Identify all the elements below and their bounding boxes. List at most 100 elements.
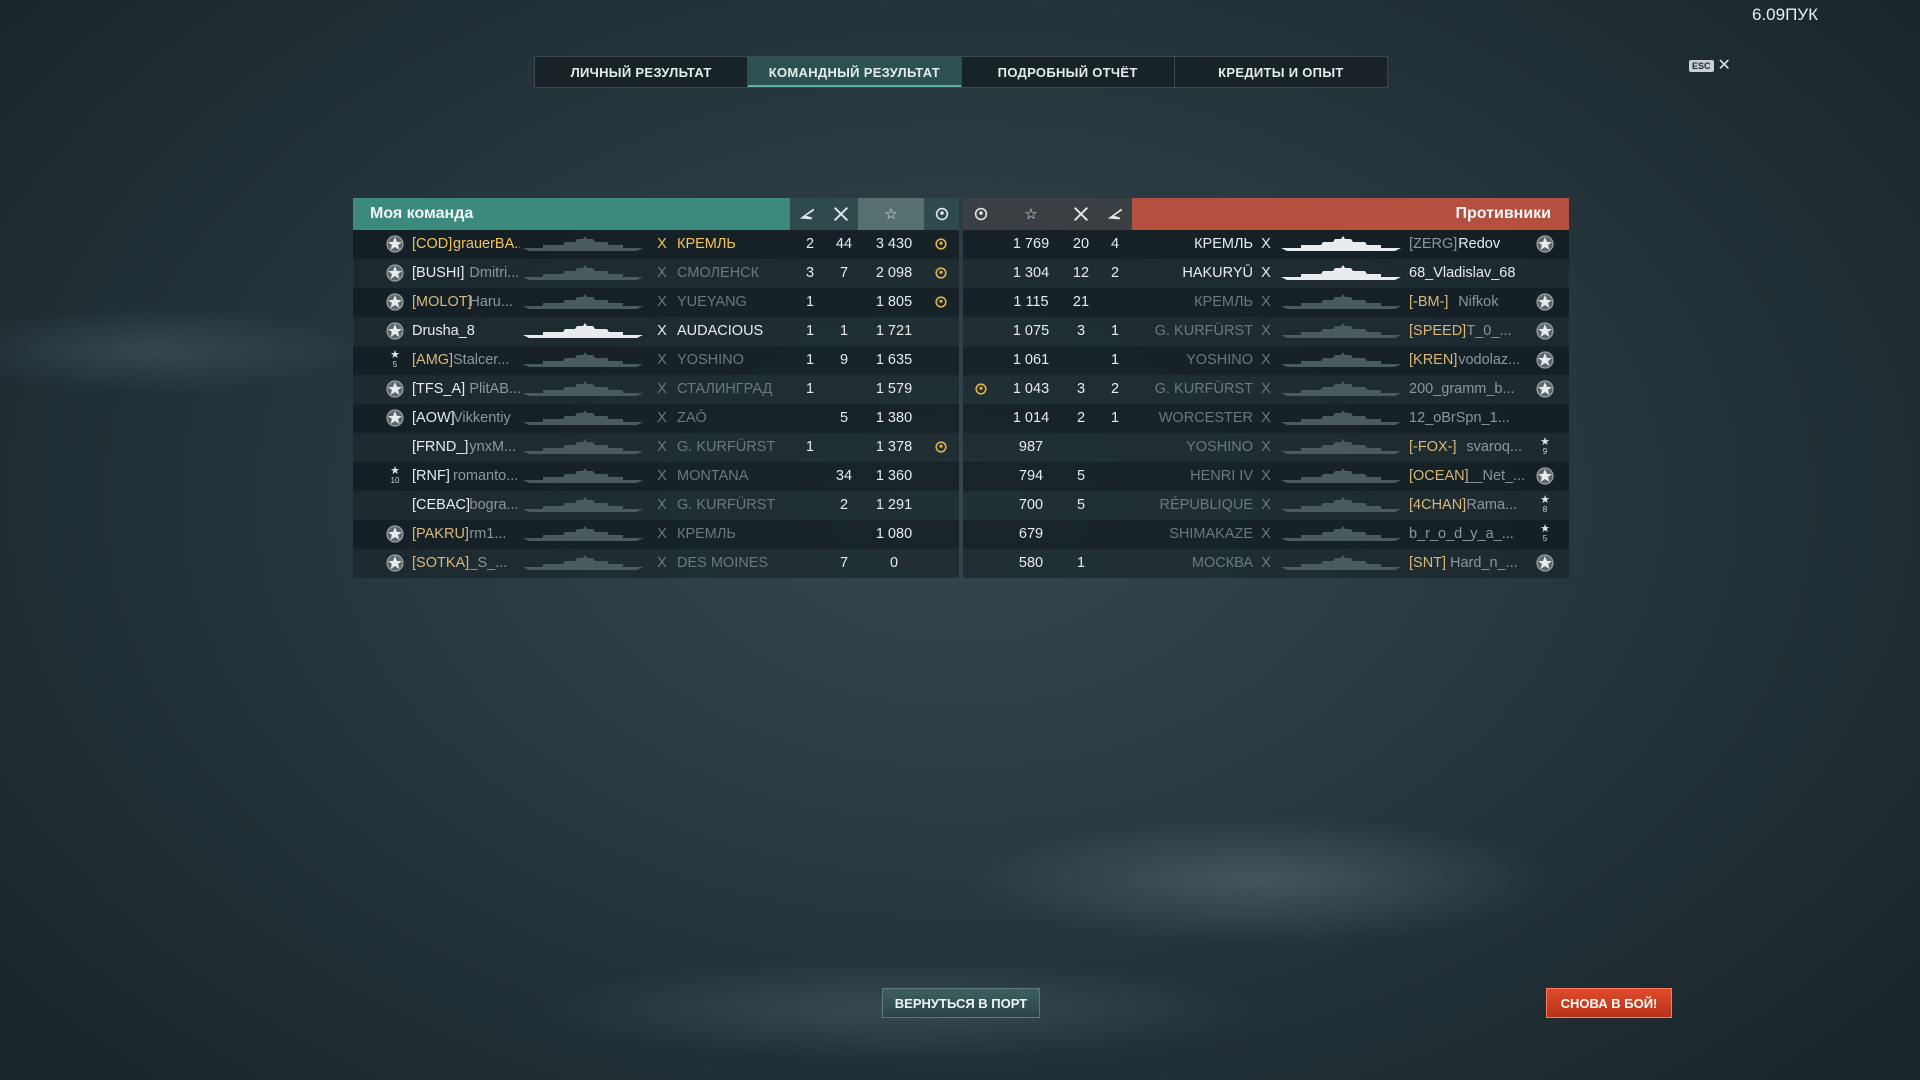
ship-tier: X — [1261, 439, 1271, 455]
ship-silhouette-icon — [1281, 230, 1401, 259]
base-xp: 794 — [1018, 468, 1044, 484]
my-team-title: Моя команда — [353, 198, 790, 230]
rank-star-icon — [1533, 462, 1557, 491]
my-team-player[interactable]: [SOTKA] _S_... X DES MOINES 7 0 — [353, 549, 959, 578]
enemy-team-player[interactable]: 1 043 3 2 G. KURFÜRST X 200_gramm_b... — [963, 375, 1569, 404]
ship-name: HENRI IV — [1190, 468, 1253, 484]
my-team-header: Моя команда ☆ — [353, 198, 959, 230]
base-xp: 679 — [1018, 526, 1044, 542]
enemy-team-player[interactable]: 1 014 2 1 WORCESTER X 12_oBrSpn_1... — [963, 404, 1569, 433]
enemy-team-player[interactable]: 1 304 12 2 HAKURYŪ X 68_Vladislav_68 — [963, 259, 1569, 288]
table-row: [CEBAC] bogra... X G. KURFÜRST 2 1 291 700 5 RÉP… — [353, 491, 1569, 520]
enemy-team-player[interactable]: 700 5 RÉPUBLIQUE X [4CHAN] Rama... ★ 8 — [963, 491, 1569, 520]
ship-silhouette-icon — [1281, 375, 1401, 404]
tab-personal-result[interactable]: ЛИЧНЫЙ РЕЗУЛЬТАТ — [535, 57, 749, 87]
battle-again-button[interactable]: СНОВА В БОЙ! — [1546, 988, 1672, 1018]
player-clan-tag: [4CHAN] — [1409, 497, 1467, 513]
ships-destroyed — [827, 520, 861, 549]
my-team-player[interactable]: [AOW] Vikkentiy X ZAŌ 5 1 380 — [353, 404, 959, 433]
ships-destroyed — [827, 375, 861, 404]
ships-destroyed — [1064, 520, 1098, 549]
tab-credits-and-xp[interactable]: КРЕДИТЫ И ОПЫТ — [1175, 57, 1387, 87]
player-name: Hard_n_... — [1450, 555, 1518, 571]
rank-star-icon — [383, 520, 407, 549]
enemy-team-player[interactable]: 1 075 3 1 G. KURFÜRST X [SPEED] T_0_... — [963, 317, 1569, 346]
enemy-team-player[interactable]: 679 SHIMAKAZE Xb_r_o_d_y_a_... ★ 5 — [963, 520, 1569, 549]
ships-destroyed: 21 — [1072, 294, 1090, 310]
enemy-team-player[interactable]: 987 YOSHINO X [-FOX-] svaroq... ★ 9 — [963, 433, 1569, 462]
rank-star-icon — [1533, 230, 1557, 259]
base-xp: 1 635 — [875, 352, 913, 368]
ship-silhouette-icon — [1281, 259, 1401, 288]
enemy-team-title: Противники — [1132, 198, 1569, 230]
player-clan-tag: [PAKRU] — [412, 526, 469, 542]
my-team-player[interactable]: [BUSHI] Dmitri... X СМОЛЕНСК 3 7 2 098 — [353, 259, 959, 288]
base-xp: 580 — [1018, 555, 1044, 571]
rank-star-icon — [1533, 259, 1557, 288]
enemy-team-player[interactable]: 794 5 HENRI IV X [OCEAN] __Net_... — [963, 462, 1569, 491]
ship-name: ZAŌ — [677, 410, 707, 426]
ship-tier: X — [657, 294, 667, 310]
player-name: Drusha_8 — [412, 323, 475, 339]
ships-destroyed: 44 — [835, 236, 853, 252]
base-xp: 1 291 — [875, 497, 913, 513]
version-label: 6.09ПУК — [1752, 5, 1819, 24]
player-name: b_r_o_d_y_a_... — [1409, 526, 1514, 542]
ship-silhouette-icon — [523, 433, 643, 462]
player-clan-tag: [-FOX-] — [1409, 439, 1457, 455]
my-team-player[interactable]: [COD] grauerBA... X КРЕМЛЬ 2 44 3 430 — [353, 230, 959, 259]
ship-name: HAKURYŪ — [1182, 265, 1253, 281]
player-name: svaroq... — [1466, 439, 1522, 455]
planes-destroyed — [793, 462, 827, 491]
planes-destroyed: 1 — [805, 294, 815, 310]
my-team-player[interactable]: ★ 5 [AMG] Stalcer... X YOSHINO 1 9 1 635 — [353, 346, 959, 375]
my-team-player[interactable]: [MOLOT] Haru... X YUEYANG 1 1 805 — [353, 288, 959, 317]
ship-tier: X — [657, 497, 667, 513]
player-name: __Net_... — [1466, 468, 1526, 484]
base-xp: 700 — [1018, 497, 1044, 513]
ships-destroyed: 1 — [1076, 555, 1086, 571]
ship-tier: X — [657, 468, 667, 484]
ship-name: КРЕМЛЬ — [1194, 236, 1253, 252]
return-to-port-button[interactable]: ВЕРНУТЬСЯ В ПОРТ — [882, 988, 1040, 1018]
ship-silhouette-icon — [1281, 520, 1401, 549]
plane-icon — [1098, 198, 1132, 230]
esc-close-button[interactable]: ESC ✕ — [1689, 58, 1731, 74]
enemy-team-player[interactable]: 1 061 1 YOSHINO X [KREN] vodolaz... — [963, 346, 1569, 375]
ship-tier: X — [657, 410, 667, 426]
tab-detailed-report[interactable]: ПОДРОБНЫЙ ОТЧЁТ — [962, 57, 1175, 87]
my-team-player[interactable]: [FRND_] ynxM... X G. KURFÜRST 1 1 378 — [353, 433, 959, 462]
result-tabs: ЛИЧНЫЙ РЕЗУЛЬТАТ КОМАНДНЫЙ РЕЗУЛЬТАТ ПОД… — [534, 56, 1388, 88]
my-team-player[interactable]: ★ 10 [RNF] romanto... X MONTANA 34 1 360 — [353, 462, 959, 491]
player-name: PlitAB... — [469, 381, 520, 397]
ships-destroyed — [827, 433, 861, 462]
my-team-player[interactable]: [TFS_A] PlitAB... X СТАЛИНГРАД 1 1 579 — [353, 375, 959, 404]
ship-name: G. KURFÜRST — [1154, 381, 1253, 397]
enemy-team-player[interactable]: 580 1 МОСКВА X [SNT] Hard_n_... — [963, 549, 1569, 578]
ship-tier: X — [657, 265, 667, 281]
enemy-team-player[interactable]: 1 115 21 КРЕМЛЬ X [-BM-] Nifkok — [963, 288, 1569, 317]
crossed-swords-icon — [824, 198, 858, 230]
base-xp: 1 378 — [875, 439, 913, 455]
table-row: Drusha_8 X AUDACIOUS 1 1 1 721 1 075 3 1 G. KURFÜ… — [353, 317, 1569, 346]
ship-silhouette-icon — [523, 259, 643, 288]
tab-team-result[interactable]: КОМАНДНЫЙ РЕЗУЛЬТАТ — [748, 57, 962, 87]
ship-silhouette-icon — [523, 549, 643, 578]
ship-silhouette-icon — [1281, 288, 1401, 317]
ship-tier: X — [1261, 410, 1271, 426]
ship-silhouette-icon — [523, 230, 643, 259]
my-team-player[interactable]: Drusha_8 X AUDACIOUS 1 1 1 721 — [353, 317, 959, 346]
ships-destroyed: 20 — [1072, 236, 1090, 252]
enemy-team-player[interactable]: 1 769 20 4 КРЕМЛЬ X [ZERG] Redov — [963, 230, 1569, 259]
player-clan-tag: [FRND_] — [412, 439, 469, 455]
ship-tier: X — [657, 352, 667, 368]
my-team-player[interactable]: [CEBAC] bogra... X G. KURFÜRST 2 1 291 — [353, 491, 959, 520]
planes-destroyed: 2 — [805, 236, 815, 252]
planes-destroyed: 1 — [805, 381, 815, 397]
ship-silhouette-icon — [523, 288, 643, 317]
rank-star-icon — [383, 375, 407, 404]
laurel-medal-icon — [966, 375, 996, 404]
planes-destroyed — [793, 491, 827, 520]
my-team-player[interactable]: [PAKRU] rm1... X КРЕМЛЬ 1 080 — [353, 520, 959, 549]
ship-name: YOSHINO — [677, 352, 744, 368]
